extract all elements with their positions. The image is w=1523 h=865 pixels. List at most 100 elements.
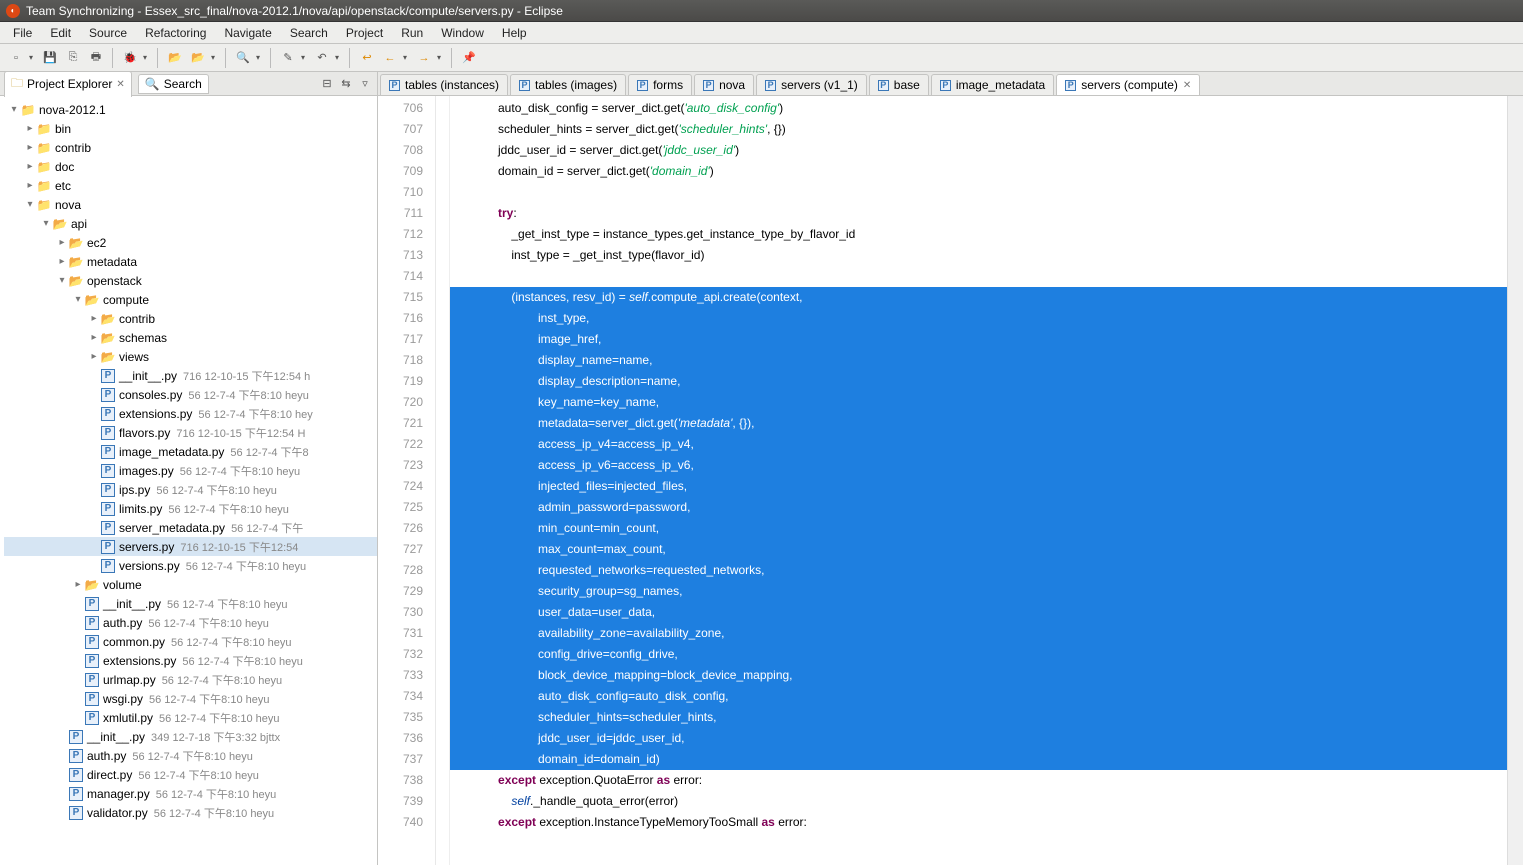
vertical-scrollbar[interactable] — [1507, 96, 1523, 865]
tree-item[interactable]: image_metadata.py56 12-7-4 下午8 — [4, 442, 377, 461]
code-line[interactable]: auto_disk_config=auto_disk_config, — [450, 686, 1507, 707]
tree-item[interactable]: ▸doc — [4, 157, 377, 176]
code-line[interactable]: inst_type, — [450, 308, 1507, 329]
tree-item[interactable]: urlmap.py56 12-7-4 下午8:10 heyu — [4, 670, 377, 689]
menu-edit[interactable]: Edit — [41, 26, 80, 40]
code-line[interactable]: display_name=name, — [450, 350, 1507, 371]
tree-item[interactable]: ▸bin — [4, 119, 377, 138]
save-button[interactable]: 💾 — [40, 48, 60, 68]
print-button[interactable]: 🖶 — [86, 48, 106, 68]
code-line[interactable]: min_count=min_count, — [450, 518, 1507, 539]
pin-button[interactable]: 📌 — [459, 48, 479, 68]
code-line[interactable]: inst_type = _get_inst_type(flavor_id) — [450, 245, 1507, 266]
tree-item[interactable]: ▾compute — [4, 290, 377, 309]
code-line[interactable]: self._handle_quota_error(error) — [450, 791, 1507, 812]
tree-item[interactable]: ▾nova-2012.1 — [4, 100, 377, 119]
new-button[interactable]: ▫ — [6, 48, 26, 68]
tree-item[interactable]: ▸ec2 — [4, 233, 377, 252]
editor-tab[interactable]: Pservers (v1_1) — [756, 74, 867, 96]
tree-item[interactable]: common.py56 12-7-4 下午8:10 heyu — [4, 632, 377, 651]
menu-run[interactable]: Run — [392, 26, 432, 40]
editor-tab[interactable]: Pforms — [628, 74, 692, 96]
tree-item[interactable]: servers.py716 12-10-15 下午12:54 — [4, 537, 377, 556]
code-line[interactable]: requested_networks=requested_networks, — [450, 560, 1507, 581]
code-line[interactable]: auto_disk_config = server_dict.get('auto… — [450, 98, 1507, 119]
tree-item[interactable]: wsgi.py56 12-7-4 下午8:10 heyu — [4, 689, 377, 708]
close-icon[interactable]: ✕ — [1183, 80, 1191, 91]
tree-item[interactable]: images.py56 12-7-4 下午8:10 heyu — [4, 461, 377, 480]
debug-button[interactable]: 🐞 — [120, 48, 140, 68]
code-line[interactable]: jddc_user_id = server_dict.get('jddc_use… — [450, 140, 1507, 161]
code-line[interactable]: jddc_user_id=jddc_user_id, — [450, 728, 1507, 749]
menu-window[interactable]: Window — [432, 26, 493, 40]
tree-item[interactable]: flavors.py716 12-10-15 下午12:54 H — [4, 423, 377, 442]
tree-item[interactable]: extensions.py56 12-7-4 下午8:10 heyu — [4, 651, 377, 670]
project-tree[interactable]: ▾nova-2012.1▸bin▸contrib▸doc▸etc▾nova▾ap… — [0, 96, 377, 865]
code-line[interactable]: display_description=name, — [450, 371, 1507, 392]
code-line[interactable]: max_count=max_count, — [450, 539, 1507, 560]
tree-item[interactable]: versions.py56 12-7-4 下午8:10 heyu — [4, 556, 377, 575]
code-line[interactable]: admin_password=password, — [450, 497, 1507, 518]
tree-item[interactable]: __init__.py349 12-7-18 下午3:32 bjttx — [4, 727, 377, 746]
code-line[interactable]: try: — [450, 203, 1507, 224]
tree-item[interactable]: __init__.py716 12-10-15 下午12:54 h — [4, 366, 377, 385]
prev-annotation-button[interactable]: ↶ — [312, 48, 332, 68]
editor-tab[interactable]: Pimage_metadata — [931, 74, 1054, 96]
tree-item[interactable]: ▾openstack — [4, 271, 377, 290]
menu-help[interactable]: Help — [493, 26, 536, 40]
annotation-button[interactable]: ✎ — [278, 48, 298, 68]
forward-button[interactable]: → — [414, 48, 434, 68]
code-line[interactable]: domain_id=domain_id) — [450, 749, 1507, 770]
menu-file[interactable]: File — [4, 26, 41, 40]
menu-search[interactable]: Search — [281, 26, 337, 40]
code-line[interactable]: except exception.QuotaError as error: — [450, 770, 1507, 791]
code-line[interactable]: injected_files=injected_files, — [450, 476, 1507, 497]
code-line[interactable]: domain_id = server_dict.get('domain_id') — [450, 161, 1507, 182]
menu-navigate[interactable]: Navigate — [215, 26, 280, 40]
menu-source[interactable]: Source — [80, 26, 136, 40]
tree-item[interactable]: ▸contrib — [4, 309, 377, 328]
fold-strip[interactable] — [436, 96, 450, 865]
code-editor[interactable]: 7067077087097107117127137147157167177187… — [378, 96, 1523, 865]
tree-item[interactable]: ▸schemas — [4, 328, 377, 347]
editor-tab[interactable]: Pservers (compute)✕ — [1056, 74, 1200, 96]
code-line[interactable]: metadata=server_dict.get('metadata', {})… — [450, 413, 1507, 434]
tree-item[interactable]: ▸views — [4, 347, 377, 366]
code-line[interactable]: user_data=user_data, — [450, 602, 1507, 623]
code-line[interactable]: scheduler_hints=scheduler_hints, — [450, 707, 1507, 728]
last-edit-button[interactable]: ↩ — [357, 48, 377, 68]
tree-item[interactable]: manager.py56 12-7-4 下午8:10 heyu — [4, 784, 377, 803]
code-line[interactable]: access_ip_v6=access_ip_v6, — [450, 455, 1507, 476]
tree-item[interactable]: extensions.py56 12-7-4 下午8:10 hey — [4, 404, 377, 423]
editor-tab[interactable]: Pbase — [869, 74, 929, 96]
tree-item[interactable]: ▾nova — [4, 195, 377, 214]
editor-tab[interactable]: Ptables (instances) — [380, 74, 508, 96]
tree-item[interactable]: auth.py56 12-7-4 下午8:10 heyu — [4, 746, 377, 765]
code-line[interactable]: block_device_mapping=block_device_mappin… — [450, 665, 1507, 686]
editor-tab[interactable]: Ptables (images) — [510, 74, 626, 96]
tree-item[interactable]: ▸contrib — [4, 138, 377, 157]
tab-search[interactable]: 🔍 Search — [138, 74, 209, 94]
back-button[interactable]: ← — [380, 48, 400, 68]
collapse-all-icon[interactable]: ⊟ — [319, 76, 335, 92]
code-line[interactable]: image_href, — [450, 329, 1507, 350]
view-menu-icon[interactable]: ▿ — [357, 76, 373, 92]
tree-item[interactable]: ▾api — [4, 214, 377, 233]
code-line[interactable]: (instances, resv_id) = self.compute_api.… — [450, 287, 1507, 308]
link-editor-icon[interactable]: ⇆ — [338, 76, 354, 92]
tree-item[interactable]: ▸etc — [4, 176, 377, 195]
code-line[interactable]: security_group=sg_names, — [450, 581, 1507, 602]
menu-project[interactable]: Project — [337, 26, 392, 40]
code-line[interactable]: config_drive=config_drive, — [450, 644, 1507, 665]
open-task-button[interactable]: 📂 — [188, 48, 208, 68]
tree-item[interactable]: server_metadata.py56 12-7-4 下午 — [4, 518, 377, 537]
tree-item[interactable]: limits.py56 12-7-4 下午8:10 heyu — [4, 499, 377, 518]
tree-item[interactable]: direct.py56 12-7-4 下午8:10 heyu — [4, 765, 377, 784]
tree-item[interactable]: auth.py56 12-7-4 下午8:10 heyu — [4, 613, 377, 632]
close-icon[interactable]: ✕ — [116, 79, 124, 90]
code-line[interactable]: access_ip_v4=access_ip_v4, — [450, 434, 1507, 455]
code-line[interactable]: scheduler_hints = server_dict.get('sched… — [450, 119, 1507, 140]
tab-project-explorer[interactable]: 🗀 Project Explorer ✕ — [4, 72, 132, 97]
tree-item[interactable]: __init__.py56 12-7-4 下午8:10 heyu — [4, 594, 377, 613]
code-line[interactable] — [450, 182, 1507, 203]
